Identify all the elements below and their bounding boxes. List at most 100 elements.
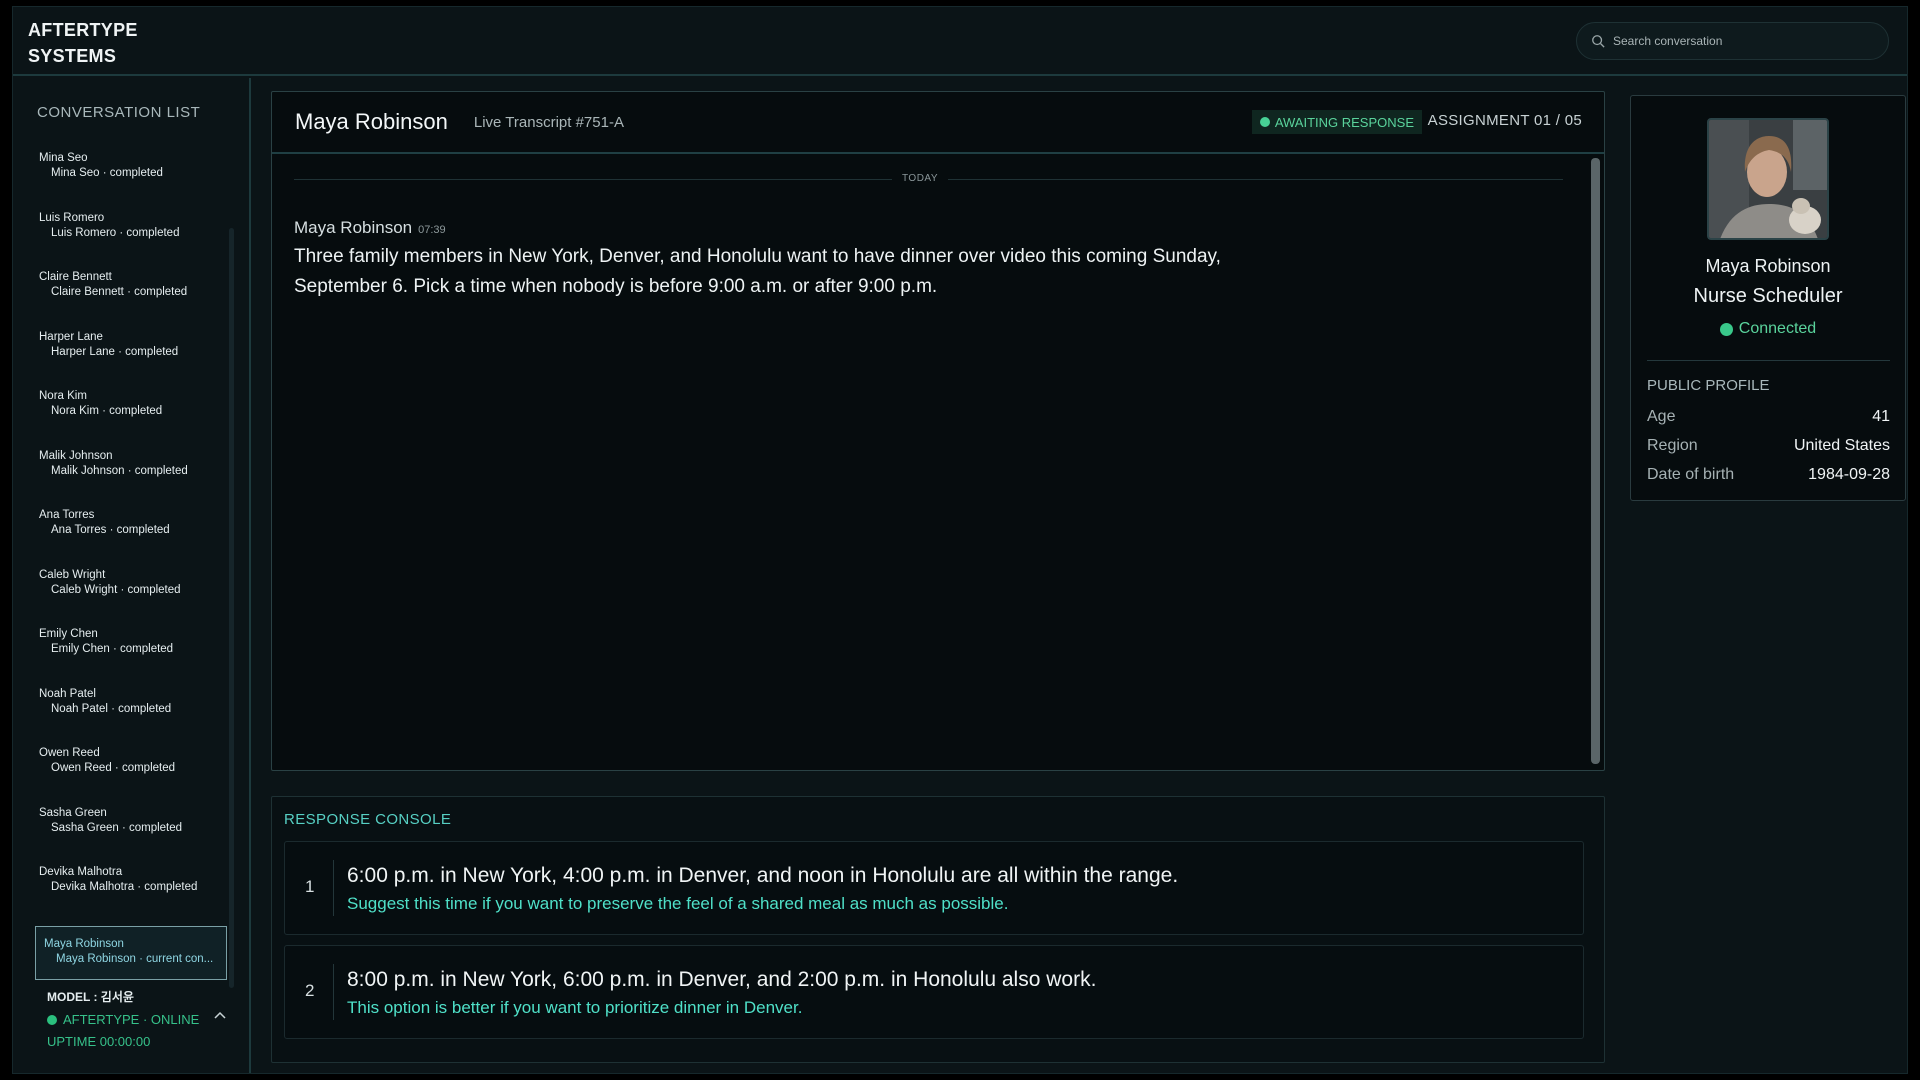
detail-value: 41: [1872, 408, 1890, 425]
conversation-item[interactable]: Noah Patel Noah Patel · completed: [35, 686, 225, 746]
detail-row-age: Age 41: [1647, 408, 1890, 426]
model-status-text: AFTERTYPE · ONLINE: [63, 1012, 200, 1027]
conversation-item[interactable]: Malik Johnson Malik Johnson · completed: [35, 448, 225, 508]
option-hint: This option is better if you want to pri…: [347, 998, 803, 1017]
detail-key: Region: [1647, 437, 1698, 454]
conversation-item[interactable]: Nora Kim Nora Kim · completed: [35, 388, 225, 448]
conversation-status: Devika Malhotra · completed: [51, 881, 198, 893]
conversation-item[interactable]: Owen Reed Owen Reed · completed: [35, 745, 225, 805]
sidebar-title: CONVERSATION LIST: [37, 104, 201, 121]
option-number: 2: [305, 981, 315, 1000]
message-author: Maya Robinson: [294, 218, 413, 237]
status-dot-icon: [1259, 117, 1270, 127]
conversation-status: Noah Patel · completed: [51, 702, 172, 715]
connection-status: Connected: [1631, 320, 1905, 338]
conversation-status: Emily Chen · completed: [51, 643, 174, 655]
conversation-status: Owen Reed · completed: [51, 762, 176, 774]
avatar-photo: [1709, 120, 1827, 238]
conversation-status: Malik Johnson · completed: [51, 464, 188, 477]
conversation-item[interactable]: Emily Chen Emily Chen · completed: [35, 626, 225, 686]
conversation-list: Mina Seo Mina Seo · completed Luis Romer…: [35, 150, 227, 980]
option-divider: [333, 860, 334, 916]
chevron-up-icon[interactable]: [214, 1006, 226, 1022]
conversation-status: Maya Robinson · current con...: [56, 952, 214, 965]
sidebar: CONVERSATION LIST Mina Seo Mina Seo · co…: [13, 78, 251, 1073]
detail-key: Age: [1647, 408, 1676, 425]
conversation-status: Claire Bennett · completed: [51, 286, 188, 298]
conversation-name: Sasha Green: [39, 806, 107, 819]
conversation-name: Malik Johnson: [39, 449, 113, 462]
profile-role: Nurse Scheduler: [1693, 285, 1843, 307]
conversation-name: Owen Reed: [39, 747, 100, 759]
brand-logo: AFTERTYPE SYSTEMS: [28, 17, 168, 69]
message-line: Three family members in New York, Denver…: [294, 246, 1221, 267]
detail-value: 1984-09-28: [1808, 466, 1890, 483]
conversation-name: Nora Kim: [39, 390, 87, 402]
conversation-item[interactable]: Ana Torres Ana Torres · completed: [35, 507, 225, 567]
conversation-item[interactable]: Mina Seo Mina Seo · completed: [35, 150, 225, 210]
conversation-item-active[interactable]: Maya Robinson Maya Robinson · current co…: [35, 925, 227, 980]
conversation-item[interactable]: Luis Romero Luis Romero · completed: [35, 210, 225, 270]
option-divider: [333, 964, 334, 1020]
conversation-status: Ana Torres · completed: [51, 524, 170, 536]
public-profile-title: PUBLIC PROFILE: [1647, 377, 1770, 394]
conversation-name: Harper Lane: [39, 330, 103, 343]
search-icon: [1592, 35, 1605, 48]
message-time: 07:39: [418, 224, 446, 236]
conversation-status: Mina Seo · completed: [51, 167, 163, 179]
response-option-1[interactable]: 1 6:00 p.m. in New York, 4:00 p.m. in De…: [284, 841, 1584, 935]
assignment-counter: ASSIGNMENT 01 / 05: [1427, 112, 1582, 129]
message-meta: Maya Robinson 07:39: [294, 218, 1394, 238]
conversation-status: Caleb Wright · completed: [51, 583, 181, 596]
online-dot-icon: [47, 1014, 57, 1025]
conversation-name: Noah Patel: [39, 687, 96, 700]
conversation-item[interactable]: Claire Bennett Claire Bennett · complete…: [35, 269, 225, 329]
sidebar-scrollbar[interactable]: [229, 228, 234, 988]
detail-key: Date of birth: [1647, 466, 1735, 483]
message: Maya Robinson 07:39 Three family members…: [294, 218, 1394, 302]
status-badge-text: AWAITING RESPONSE: [1274, 114, 1414, 130]
conversation-status: Harper Lane · completed: [51, 345, 179, 358]
option-text: 6:00 p.m. in New York, 4:00 p.m. in Denv…: [347, 864, 1179, 887]
response-option-2[interactable]: 2 8:00 p.m. in New York, 6:00 p.m. in De…: [284, 945, 1584, 1039]
conversation-item[interactable]: Caleb Wright Caleb Wright · completed: [35, 567, 225, 627]
conversation-scrollbar[interactable]: [1591, 158, 1600, 764]
app-window: AFTERTYPE SYSTEMS CONVERSATION LIST Mina…: [12, 6, 1908, 1074]
conversation-status: Nora Kim · completed: [51, 405, 163, 417]
response-console: RESPONSE CONSOLE 1 6:00 p.m. in New York…: [271, 796, 1605, 1063]
conversation-title: Maya Robinson: [295, 109, 448, 134]
conversation-name: Mina Seo: [39, 152, 88, 164]
conversation-item[interactable]: Devika Malhotra Devika Malhotra · comple…: [35, 864, 225, 924]
model-status-panel: MODEL : 김서윤 AFTERTYPE · ONLINE UPTIME 00…: [47, 988, 199, 1049]
conversation-name: Emily Chen: [39, 628, 98, 640]
option-hint: Suggest this time if you want to preserv…: [347, 894, 1009, 913]
profile-divider: [1647, 360, 1890, 361]
console-title: RESPONSE CONSOLE: [284, 811, 452, 828]
detail-row-region: Region United States: [1647, 437, 1890, 455]
top-bar: AFTERTYPE SYSTEMS: [13, 7, 1907, 76]
conversation-name: Devika Malhotra: [39, 866, 123, 878]
avatar: [1707, 118, 1829, 240]
day-label: TODAY: [892, 173, 949, 184]
model-online-status: AFTERTYPE · ONLINE: [47, 1012, 199, 1027]
model-label: MODEL : 김서윤: [47, 990, 134, 1004]
brand-line-1: AFTERTYPE: [28, 20, 138, 40]
search-input[interactable]: [1613, 34, 1853, 48]
conversation-header: Maya Robinson Live Transcript #751-A AWA…: [272, 92, 1604, 154]
transcript-id: Live Transcript #751-A: [473, 113, 624, 131]
profile-card: Maya Robinson Nurse Scheduler Connected …: [1630, 95, 1906, 501]
conversation-name: Ana Torres: [39, 509, 95, 521]
conversation-name: Caleb Wright: [39, 568, 106, 581]
profile-name: Maya Robinson: [1705, 256, 1831, 276]
conversation-panel: Maya Robinson Live Transcript #751-A AWA…: [271, 91, 1605, 771]
detail-row-dob: Date of birth 1984-09-28: [1647, 466, 1890, 484]
connection-text: Connected: [1738, 320, 1817, 337]
conversation-item[interactable]: Sasha Green Sasha Green · completed: [35, 805, 225, 865]
status-badge: AWAITING RESPONSE: [1251, 110, 1422, 134]
search-bar[interactable]: [1576, 22, 1889, 60]
conversation-status: Sasha Green · completed: [51, 821, 183, 834]
brand-line-2: SYSTEMS: [28, 46, 117, 66]
detail-value: United States: [1793, 437, 1890, 454]
conversation-name: Luis Romero: [39, 211, 105, 224]
conversation-item[interactable]: Harper Lane Harper Lane · completed: [35, 329, 225, 389]
